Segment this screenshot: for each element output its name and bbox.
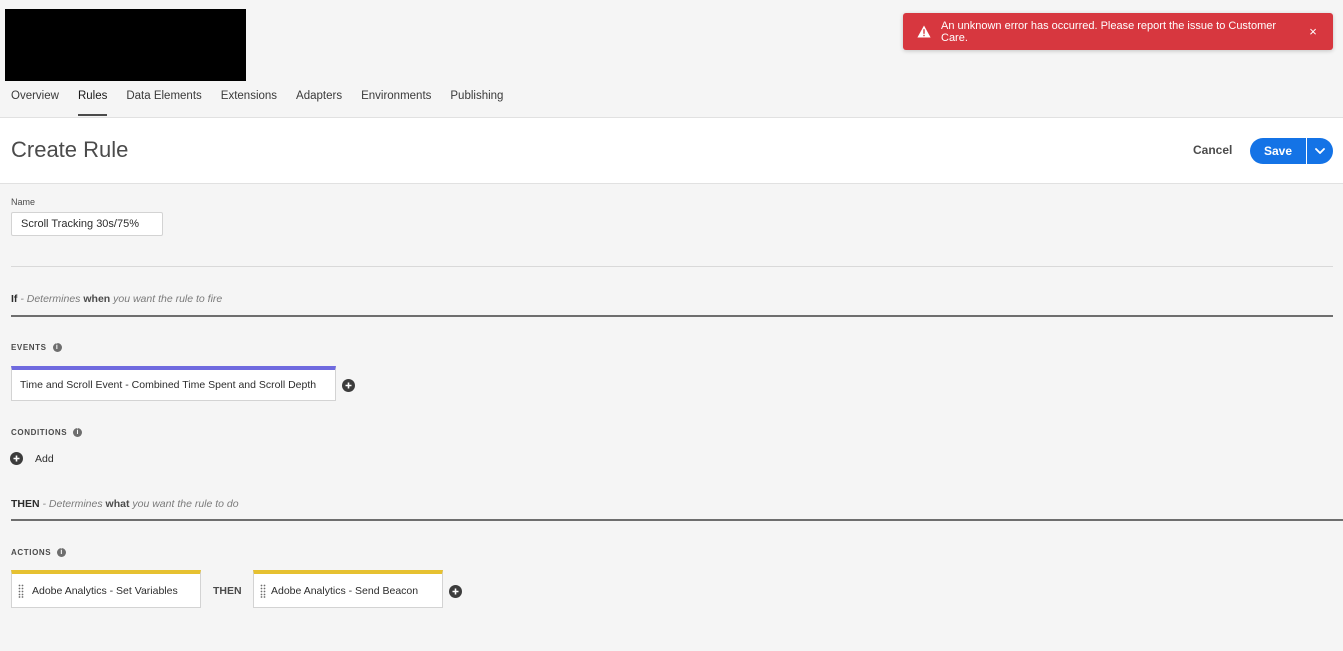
then-emph: what <box>105 498 130 510</box>
page-title: Create Rule <box>11 137 129 162</box>
conditions-heading: CONDITIONS i <box>11 428 83 437</box>
page-header: Create Rule Cancel Save <box>0 117 1343 184</box>
then-suffix: you want the rule to do <box>129 498 239 510</box>
chevron-down-icon <box>1315 148 1325 154</box>
divider <box>11 266 1333 267</box>
events-heading: EVENTS i <box>11 343 62 352</box>
actions-label: ACTIONS <box>11 548 52 557</box>
action-card[interactable]: Adobe Analytics - Set Variables <box>11 570 201 608</box>
events-label: EVENTS <box>11 343 47 352</box>
rule-name-input[interactable] <box>11 212 163 236</box>
toast-message: An unknown error has occurred. Please re… <box>941 19 1277 44</box>
then-separator: THEN <box>213 585 242 597</box>
save-options-button[interactable] <box>1307 138 1333 164</box>
close-icon[interactable]: × <box>1301 20 1325 44</box>
event-card[interactable]: Time and Scroll Event - Combined Time Sp… <box>11 366 336 401</box>
save-button-group: Save <box>1250 138 1333 164</box>
action-card-label: Adobe Analytics - Set Variables <box>32 584 178 597</box>
then-keyword: THEN <box>11 498 40 510</box>
add-condition-label: Add <box>35 452 54 465</box>
info-icon[interactable]: i <box>57 548 67 557</box>
tab-environments[interactable]: Environments <box>361 84 431 116</box>
brand-logo-redacted <box>5 9 246 81</box>
if-prefix: - Determines <box>17 293 84 305</box>
if-suffix: you want the rule to fire <box>110 293 223 305</box>
save-button[interactable]: Save <box>1250 138 1306 164</box>
action-card[interactable]: Adobe Analytics - Send Beacon <box>253 570 443 608</box>
actions-heading: ACTIONS i <box>11 548 67 557</box>
then-prefix: - Determines <box>39 498 106 510</box>
if-section-heading: If - Determines when you want the rule t… <box>11 293 222 305</box>
if-section-rule <box>11 315 1333 317</box>
name-label: Name <box>11 197 36 207</box>
tab-extensions[interactable]: Extensions <box>221 84 277 116</box>
event-card-label: Time and Scroll Event - Combined Time Sp… <box>20 379 317 391</box>
alert-icon <box>917 25 931 39</box>
add-condition-button[interactable]: Add <box>10 452 54 465</box>
add-event-icon[interactable] <box>342 379 355 392</box>
action-card-label: Adobe Analytics - Send Beacon <box>271 584 419 597</box>
info-icon[interactable]: i <box>52 343 62 352</box>
tab-data-elements[interactable]: Data Elements <box>126 84 201 116</box>
then-section-heading: THEN - Determines what you want the rule… <box>11 498 239 510</box>
conditions-label: CONDITIONS <box>11 428 68 437</box>
add-action-icon[interactable] <box>449 585 462 598</box>
info-icon[interactable]: i <box>73 428 83 437</box>
error-toast: An unknown error has occurred. Please re… <box>903 13 1333 50</box>
plus-icon <box>10 452 23 465</box>
tab-rules[interactable]: Rules <box>77 84 108 116</box>
then-section-rule <box>11 519 1343 521</box>
drag-handle-icon[interactable] <box>18 584 24 598</box>
drag-handle-icon[interactable] <box>260 584 266 598</box>
tab-publishing[interactable]: Publishing <box>450 84 503 116</box>
cancel-button[interactable]: Cancel <box>1185 143 1240 157</box>
top-nav: Overview Rules Data Elements Extensions … <box>0 84 522 117</box>
if-emph: when <box>83 293 111 305</box>
tab-overview[interactable]: Overview <box>11 84 59 116</box>
tab-adapters[interactable]: Adapters <box>296 84 342 116</box>
